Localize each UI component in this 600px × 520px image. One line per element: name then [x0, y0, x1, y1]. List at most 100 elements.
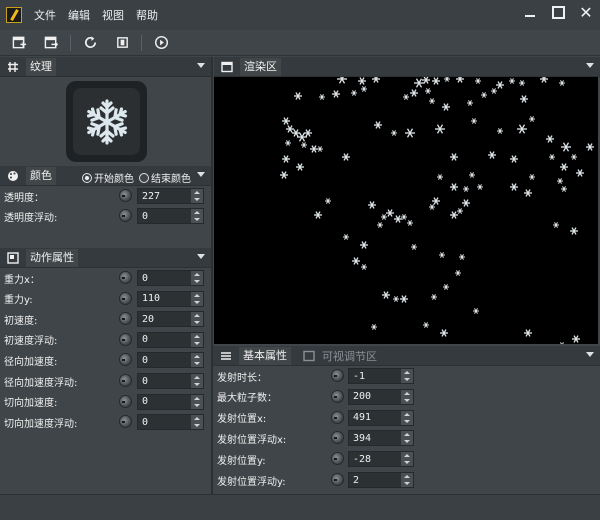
adjust-knob[interactable]: [119, 271, 132, 284]
adjust-knob[interactable]: [331, 473, 344, 486]
value-spinbox[interactable]: 0: [137, 208, 204, 224]
spin-arrows-icon[interactable]: [191, 394, 203, 409]
export-file-button[interactable]: [42, 34, 60, 52]
spin-arrows-icon[interactable]: [191, 312, 203, 327]
value-spinbox[interactable]: -1: [348, 368, 414, 384]
spinbox-value[interactable]: 0: [138, 334, 191, 345]
adjust-knob[interactable]: [119, 415, 132, 429]
texture-preview[interactable]: [66, 81, 147, 162]
spinbox-value[interactable]: 491: [349, 412, 401, 423]
spinbox-value[interactable]: 227: [138, 191, 191, 202]
menu-edit[interactable]: 编辑: [62, 7, 96, 23]
snow-particle: [459, 254, 465, 260]
spin-arrows-icon[interactable]: [401, 389, 413, 404]
value-spinbox[interactable]: 491: [348, 409, 414, 426]
spinbox-value[interactable]: 394: [349, 433, 401, 444]
chevron-down-icon[interactable]: [197, 63, 205, 68]
adjust-knob[interactable]: [119, 332, 132, 346]
spin-arrows-icon[interactable]: [401, 473, 413, 487]
spin-arrows-icon[interactable]: [401, 452, 413, 467]
close-button[interactable]: ✕: [578, 3, 594, 22]
adjust-knob[interactable]: [331, 431, 344, 445]
fit-icon: [116, 37, 128, 48]
end-color-radio[interactable]: 结束颜色: [139, 170, 191, 185]
spin-arrows-icon[interactable]: [191, 189, 203, 203]
adjust-knob[interactable]: [119, 209, 132, 222]
value-spinbox[interactable]: 110: [137, 290, 204, 307]
spinbox-value[interactable]: -28: [349, 454, 401, 465]
snow-particle: [570, 227, 578, 235]
menu-file[interactable]: 文件: [28, 7, 62, 23]
basic-panel-header: 基本属性 可视调节区: [213, 346, 600, 366]
value-spinbox[interactable]: -28: [348, 451, 414, 468]
end-color-label: 结束颜色: [151, 174, 191, 185]
value-spinbox[interactable]: 0: [137, 352, 204, 369]
spinbox-value[interactable]: 0: [138, 273, 191, 284]
spinbox-value[interactable]: 0: [138, 355, 191, 366]
render-canvas[interactable]: [214, 77, 598, 344]
value-spinbox[interactable]: 394: [348, 430, 414, 447]
value-spinbox[interactable]: 0: [137, 331, 204, 348]
value-spinbox[interactable]: 0: [137, 270, 204, 286]
menu-help[interactable]: 帮助: [130, 7, 164, 23]
chevron-down-icon[interactable]: [586, 352, 594, 357]
fit-button[interactable]: [113, 34, 131, 52]
spinbox-value[interactable]: 200: [349, 391, 401, 402]
snow-particle: [435, 124, 445, 134]
spin-arrows-icon[interactable]: [191, 415, 203, 430]
snow-particle: [343, 234, 349, 240]
spinbox-value[interactable]: 110: [138, 293, 191, 304]
spin-arrows-icon[interactable]: [191, 374, 203, 388]
property-row: 发射时长： -1: [213, 366, 600, 386]
chevron-down-icon[interactable]: [197, 254, 205, 259]
menu-view[interactable]: 视图: [96, 7, 130, 23]
window-controls: ✕: [522, 3, 594, 22]
spin-arrows-icon[interactable]: [401, 369, 413, 383]
value-spinbox[interactable]: 0: [137, 373, 204, 389]
adjust-knob[interactable]: [331, 389, 344, 403]
particle-preview: [280, 77, 594, 344]
spin-arrows-icon[interactable]: [191, 271, 203, 285]
value-spinbox[interactable]: 2: [348, 472, 414, 488]
adjust-knob[interactable]: [119, 353, 132, 367]
spinbox-value[interactable]: 0: [138, 396, 191, 407]
play-button[interactable]: [152, 34, 170, 52]
adjust-knob[interactable]: [119, 291, 132, 305]
spinbox-value[interactable]: 20: [138, 314, 191, 325]
spinbox-value[interactable]: 0: [138, 417, 191, 428]
adjust-knob[interactable]: [119, 394, 132, 408]
adjust-knob[interactable]: [331, 410, 344, 424]
snow-particle: [332, 90, 340, 98]
spin-arrows-icon[interactable]: [191, 332, 203, 347]
spin-arrows-icon[interactable]: [401, 410, 413, 425]
spin-arrows-icon[interactable]: [401, 431, 413, 446]
value-spinbox[interactable]: 227: [137, 188, 204, 204]
spin-arrows-icon[interactable]: [191, 209, 203, 223]
maximize-button[interactable]: [550, 4, 566, 20]
value-spinbox[interactable]: 20: [137, 311, 204, 328]
chevron-down-icon[interactable]: [197, 172, 205, 177]
tab-visual-adjust[interactable]: 可视调节区: [322, 348, 377, 364]
minimize-button[interactable]: [522, 4, 538, 20]
spinbox-value[interactable]: 2: [349, 475, 401, 486]
chevron-down-icon[interactable]: [586, 63, 594, 68]
spinbox-value[interactable]: 0: [138, 211, 191, 222]
property-row: 发射位置浮动y: 2: [213, 470, 600, 490]
start-color-radio[interactable]: 开始颜色: [82, 170, 134, 185]
spinbox-value[interactable]: -1: [349, 371, 401, 382]
value-spinbox[interactable]: 200: [348, 388, 414, 405]
adjust-knob[interactable]: [119, 374, 132, 387]
property-row: 最大粒子数： 200: [213, 387, 600, 407]
adjust-knob[interactable]: [119, 312, 132, 326]
adjust-knob[interactable]: [119, 189, 132, 202]
refresh-button[interactable]: [81, 34, 99, 52]
adjust-knob[interactable]: [331, 452, 344, 466]
spinbox-value[interactable]: 0: [138, 376, 191, 387]
spin-arrows-icon[interactable]: [191, 291, 203, 306]
spin-arrows-icon[interactable]: [191, 353, 203, 368]
value-spinbox[interactable]: 0: [137, 414, 204, 431]
new-file-button[interactable]: [10, 34, 28, 52]
value-spinbox[interactable]: 0: [137, 393, 204, 410]
tab-basic-props[interactable]: 基本属性: [239, 346, 291, 365]
adjust-knob[interactable]: [331, 369, 344, 382]
